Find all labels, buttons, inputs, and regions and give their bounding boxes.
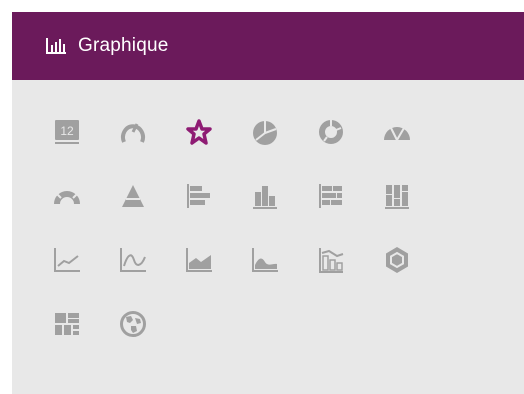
chart-type-vertical-bar[interactable] <box>245 176 285 216</box>
chart-type-spline-area[interactable] <box>245 240 285 280</box>
chart-type-spline[interactable] <box>113 240 153 280</box>
pie-chart-icon <box>253 121 277 145</box>
semi-donut-icon <box>54 191 80 205</box>
donut-chart-icon <box>319 120 343 144</box>
panel-header: Graphique <box>12 12 524 80</box>
chart-type-combo[interactable] <box>311 240 351 280</box>
chart-type-gauge[interactable] <box>113 112 153 152</box>
chart-type-area[interactable] <box>179 240 219 280</box>
chart-type-line[interactable] <box>47 240 87 280</box>
chart-type-number[interactable]: 12 <box>47 112 87 152</box>
svg-text:12: 12 <box>60 124 74 138</box>
gauge-icon <box>121 123 145 143</box>
chart-type-map[interactable] <box>113 304 153 344</box>
chart-type-panel: Graphique 12 <box>12 12 524 394</box>
spline-area-icon <box>252 248 278 272</box>
chart-type-semi-pie[interactable] <box>377 112 417 152</box>
area-chart-icon <box>186 248 212 272</box>
bar-chart-icon <box>45 36 67 56</box>
treemap-icon <box>55 313 79 335</box>
chart-type-stacked-vertical[interactable] <box>377 176 417 216</box>
chart-type-donut[interactable] <box>311 112 351 152</box>
chart-type-semi-donut[interactable] <box>47 176 87 216</box>
chart-type-stacked-horizontal[interactable] <box>311 176 351 216</box>
pyramid-icon <box>122 185 144 207</box>
stacked-horizontal-bar-icon <box>319 184 342 208</box>
vertical-bar-icon <box>253 186 277 209</box>
spline-chart-icon <box>120 248 146 272</box>
combo-bar-line-icon <box>319 248 344 273</box>
line-chart-icon <box>54 248 80 272</box>
chart-type-pyramid[interactable] <box>113 176 153 216</box>
globe-map-icon <box>120 311 146 337</box>
chart-type-star[interactable] <box>179 112 219 152</box>
hexagon-icon <box>386 247 408 273</box>
chart-type-pie[interactable] <box>245 112 285 152</box>
semi-pie-icon <box>384 127 410 141</box>
horizontal-bar-icon <box>187 184 210 208</box>
chart-type-hexagon[interactable] <box>377 240 417 280</box>
stacked-vertical-bar-icon <box>385 185 409 209</box>
star-icon <box>186 119 212 145</box>
panel-title: Graphique <box>78 35 169 56</box>
number-kpi-icon: 12 <box>55 120 79 144</box>
chart-type-horizontal-bar[interactable] <box>179 176 219 216</box>
chart-type-treemap[interactable] <box>47 304 87 344</box>
